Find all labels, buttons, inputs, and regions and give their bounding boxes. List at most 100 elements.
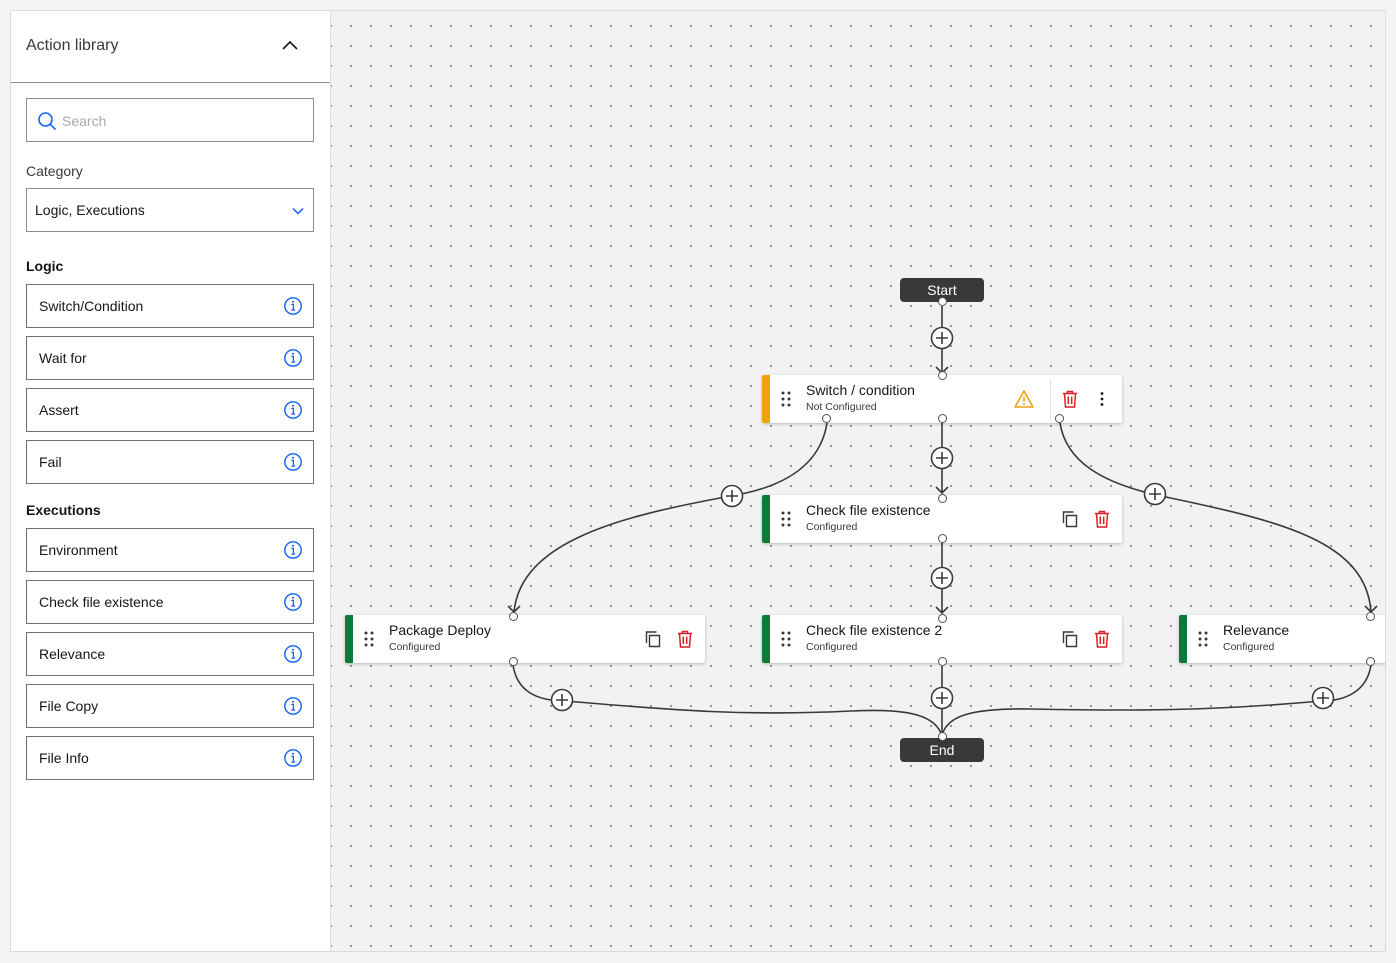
- trash-icon[interactable]: [1091, 628, 1113, 650]
- category-label: Category: [26, 163, 83, 179]
- edge-relevance-end: [941, 664, 1372, 737]
- drag-handle-icon[interactable]: [780, 510, 792, 528]
- node-status: Configured: [1223, 641, 1275, 653]
- node-package-deploy[interactable]: Package Deploy Configured: [345, 615, 705, 663]
- action-item-assert[interactable]: Assert: [26, 388, 314, 432]
- node-relevance[interactable]: Relevance Configured: [1179, 615, 1385, 663]
- copy-icon[interactable]: [1059, 628, 1081, 650]
- action-item-label: File Copy: [39, 698, 99, 714]
- info-icon[interactable]: [283, 452, 303, 472]
- edge-deploy-end: [512, 664, 943, 737]
- port-check1-in[interactable]: [938, 494, 947, 503]
- group-heading-executions: Executions: [26, 502, 101, 518]
- trash-icon[interactable]: [1091, 508, 1113, 530]
- trash-icon[interactable]: [1059, 388, 1081, 410]
- warning-icon[interactable]: [1013, 388, 1035, 410]
- drag-handle-icon[interactable]: [1197, 630, 1209, 648]
- node-status: Configured: [389, 641, 441, 653]
- port-deploy-in[interactable]: [509, 612, 518, 621]
- action-item-fail[interactable]: Fail: [26, 440, 314, 484]
- info-icon[interactable]: [283, 644, 303, 664]
- info-icon[interactable]: [283, 348, 303, 368]
- add-step-icon[interactable]: [930, 446, 954, 470]
- workflow-canvas[interactable]: Start End Switch / condition Not Configu…: [331, 11, 1385, 951]
- action-library-panel: Action library Category Logic, Execution…: [11, 11, 331, 951]
- info-icon[interactable]: [283, 696, 303, 716]
- category-value: Logic, Executions: [35, 202, 145, 218]
- status-bar: [762, 615, 770, 663]
- port-switch-out-center[interactable]: [938, 414, 947, 423]
- group-heading-logic: Logic: [26, 258, 64, 274]
- port-check2-out[interactable]: [938, 657, 947, 666]
- divider: [1050, 379, 1051, 419]
- action-item-relevance[interactable]: Relevance: [26, 632, 314, 676]
- port-end-in[interactable]: [938, 732, 947, 741]
- status-bar: [345, 615, 353, 663]
- port-switch-out-left[interactable]: [822, 414, 831, 423]
- edge-layer: [507, 306, 1378, 737]
- chevron-down-icon: [292, 207, 304, 215]
- node-status: Configured: [806, 521, 858, 533]
- action-item-check-file-existence[interactable]: Check file existence: [26, 580, 314, 624]
- action-item-file-copy[interactable]: File Copy: [26, 684, 314, 728]
- end-node[interactable]: End: [900, 738, 984, 762]
- drag-handle-icon[interactable]: [780, 390, 792, 408]
- port-relevance-out[interactable]: [1366, 657, 1375, 666]
- add-step-icon[interactable]: [550, 688, 574, 712]
- trash-icon[interactable]: [674, 628, 696, 650]
- overflow-menu-icon[interactable]: [1091, 388, 1113, 410]
- node-title: Switch / condition: [806, 382, 915, 398]
- status-bar: [762, 375, 770, 423]
- action-item-label: Switch/Condition: [39, 298, 144, 314]
- action-item-wait-for[interactable]: Wait for: [26, 336, 314, 380]
- add-step-icon[interactable]: [930, 326, 954, 350]
- action-item-label: Fail: [39, 454, 62, 470]
- action-item-label: Wait for: [39, 350, 87, 366]
- status-bar: [1179, 615, 1187, 663]
- add-step-icon[interactable]: [930, 686, 954, 710]
- info-icon[interactable]: [283, 748, 303, 768]
- port-check1-out[interactable]: [938, 534, 947, 543]
- port-deploy-out[interactable]: [509, 657, 518, 666]
- search-input[interactable]: [60, 100, 304, 142]
- node-title: Check file existence: [806, 502, 931, 518]
- add-step-icon[interactable]: [930, 566, 954, 590]
- port-switch-in[interactable]: [938, 371, 947, 380]
- drag-handle-icon[interactable]: [363, 630, 375, 648]
- info-icon[interactable]: [283, 592, 303, 612]
- copy-icon[interactable]: [1059, 508, 1081, 530]
- node-status: Configured: [806, 641, 858, 653]
- copy-icon[interactable]: [642, 628, 664, 650]
- port-relevance-in[interactable]: [1366, 612, 1375, 621]
- add-step-icon[interactable]: [720, 484, 744, 508]
- category-dropdown[interactable]: Logic, Executions: [26, 188, 314, 232]
- port-check2-in[interactable]: [938, 614, 947, 623]
- panel-title: Action library: [26, 37, 119, 54]
- action-item-file-info[interactable]: File Info: [26, 736, 314, 780]
- drag-handle-icon[interactable]: [780, 630, 792, 648]
- info-icon[interactable]: [283, 296, 303, 316]
- action-item-switch-condition[interactable]: Switch/Condition: [26, 284, 314, 328]
- add-step-icon[interactable]: [1143, 482, 1167, 506]
- search-icon: [38, 112, 57, 131]
- action-item-label: Check file existence: [39, 594, 164, 610]
- action-item-environment[interactable]: Environment: [26, 528, 314, 572]
- status-bar: [762, 495, 770, 543]
- panel-header: Action library: [11, 11, 330, 83]
- node-title: Package Deploy: [389, 622, 491, 638]
- chevron-up-icon[interactable]: [281, 37, 299, 55]
- action-item-label: Assert: [39, 402, 79, 418]
- action-item-label: Relevance: [39, 646, 106, 662]
- port-start-out[interactable]: [938, 297, 947, 306]
- port-switch-out-right[interactable]: [1055, 414, 1064, 423]
- node-title: Check file existence 2: [806, 622, 943, 638]
- search-field[interactable]: [26, 98, 314, 142]
- node-status: Not Configured: [806, 401, 877, 413]
- info-icon[interactable]: [283, 400, 303, 420]
- info-icon[interactable]: [283, 540, 303, 560]
- add-step-icon[interactable]: [1311, 686, 1335, 710]
- action-item-label: File Info: [39, 750, 89, 766]
- node-title: Relevance: [1223, 622, 1290, 638]
- app-frame: Action library Category Logic, Execution…: [10, 10, 1386, 952]
- action-item-label: Environment: [39, 542, 118, 558]
